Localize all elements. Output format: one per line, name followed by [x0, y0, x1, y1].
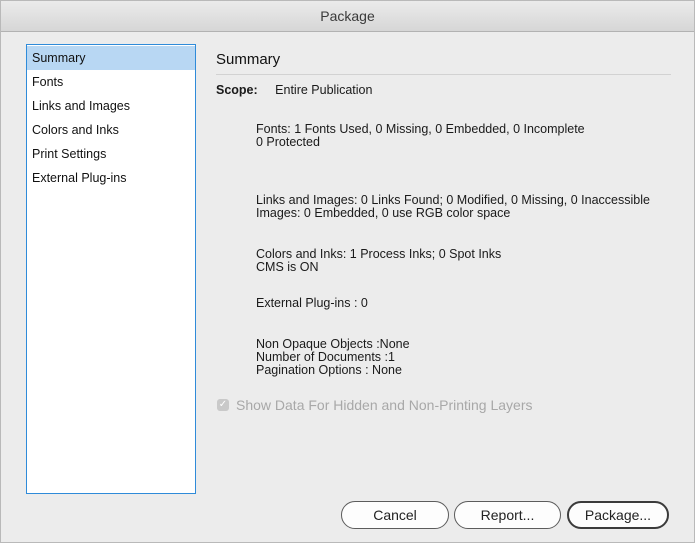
panel-title: Summary: [216, 51, 671, 75]
fonts-summary: Fonts: 1 Fonts Used, 0 Missing, 0 Embedd…: [256, 123, 585, 149]
scope-row: Scope: Entire Publication: [216, 83, 372, 97]
pagination-options-line: Pagination Options : None: [256, 363, 402, 377]
sidebar-item-colors-and-inks[interactable]: Colors and Inks: [27, 118, 195, 142]
images-line: Images: 0 Embedded, 0 use RGB color spac…: [256, 206, 511, 220]
links-summary: Links and Images: 0 Links Found; 0 Modif…: [256, 194, 650, 220]
window-title: Package: [1, 1, 694, 32]
plugins-line: External Plug-ins : 0: [256, 296, 368, 310]
objects-summary: Non Opaque Objects :None Number of Docum…: [256, 338, 410, 377]
scope-label: Scope:: [216, 83, 258, 97]
sidebar-item-external-plugins[interactable]: External Plug-ins: [27, 166, 195, 190]
sidebar-item-summary[interactable]: Summary: [27, 46, 195, 70]
report-button[interactable]: Report...: [454, 501, 561, 529]
sidebar-item-links-and-images[interactable]: Links and Images: [27, 94, 195, 118]
fonts-protected-line: 0 Protected: [256, 135, 320, 149]
cancel-button[interactable]: Cancel: [341, 501, 449, 529]
sidebar-list: Summary Fonts Links and Images Colors an…: [26, 44, 196, 494]
package-dialog: Package Summary Fonts Links and Images C…: [0, 0, 695, 543]
show-hidden-layers-checkbox[interactable]: ✓: [217, 399, 229, 411]
plugins-summary: External Plug-ins : 0: [256, 297, 368, 310]
show-hidden-layers-option: ✓ Show Data For Hidden and Non-Printing …: [217, 397, 533, 413]
show-hidden-layers-label: Show Data For Hidden and Non-Printing La…: [236, 397, 533, 413]
sidebar-item-print-settings[interactable]: Print Settings: [27, 142, 195, 166]
cms-line: CMS is ON: [256, 260, 319, 274]
sidebar-item-fonts[interactable]: Fonts: [27, 70, 195, 94]
scope-value: Entire Publication: [275, 83, 373, 97]
package-button[interactable]: Package...: [567, 501, 669, 529]
colors-summary: Colors and Inks: 1 Process Inks; 0 Spot …: [256, 248, 501, 274]
